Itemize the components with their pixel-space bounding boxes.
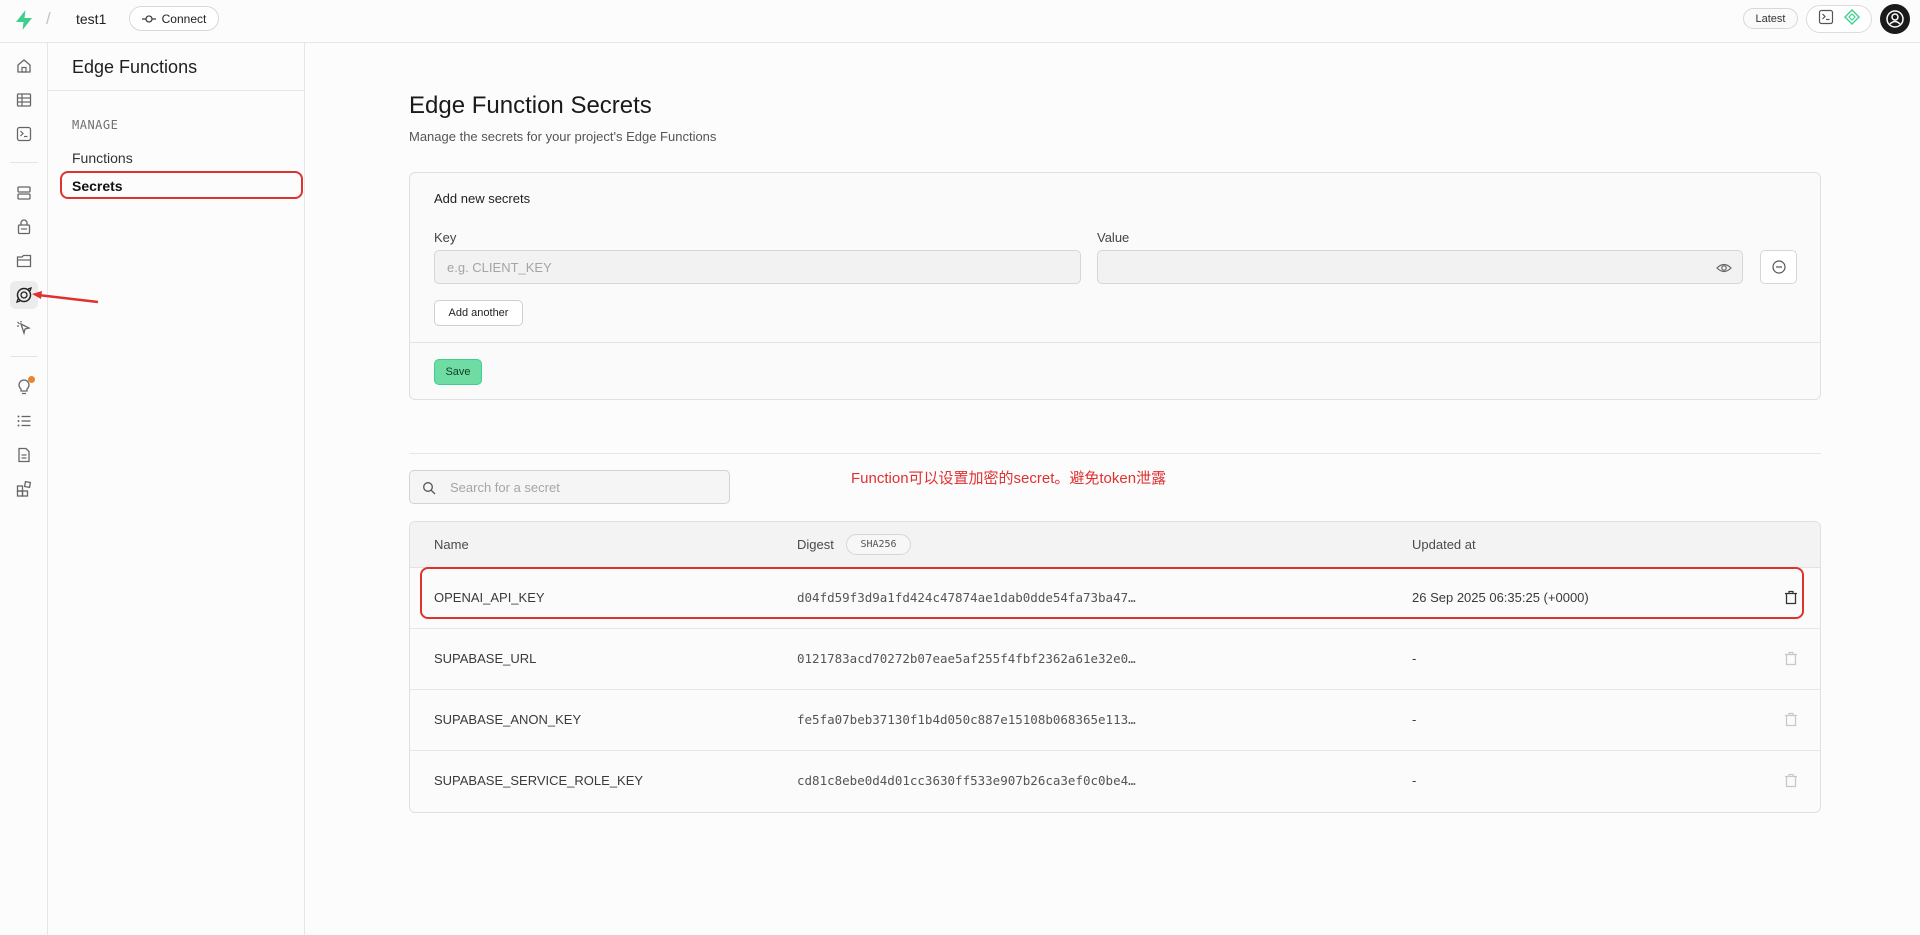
menu-section-label: MANAGE	[72, 118, 119, 132]
notification-dot	[28, 376, 35, 383]
secret-name: SUPABASE_SERVICE_ROLE_KEY	[434, 773, 644, 788]
rail-divider	[10, 162, 38, 163]
auth-icon[interactable]	[13, 216, 35, 238]
menu-divider	[48, 90, 304, 91]
breadcrumb-separator: /	[46, 9, 51, 28]
delete-icon[interactable]	[1784, 773, 1798, 788]
icon-rail	[0, 43, 48, 935]
secret-digest: fe5fa07beb37130f1b4d050c887e15108b068365…	[797, 712, 1136, 727]
table-row[interactable]: SUPABASE_SERVICE_ROLE_KEY cd81c8ebe0d4d0…	[410, 751, 1820, 812]
secret-updated: -	[1412, 651, 1417, 666]
connect-button[interactable]: Connect	[129, 6, 219, 31]
search-box[interactable]	[409, 470, 730, 504]
add-secrets-panel: Add new secrets Key Value Add another Sa…	[409, 172, 1821, 400]
eye-icon[interactable]	[1716, 260, 1732, 276]
realtime-icon[interactable]	[13, 317, 35, 339]
delete-icon[interactable]	[1784, 712, 1798, 727]
page-subtitle: Manage the secrets for your project's Ed…	[409, 129, 717, 144]
sha256-badge: SHA256	[846, 534, 911, 555]
advisors-icon[interactable]	[13, 376, 35, 398]
secret-digest: d04fd59f3d9a1fd424c47874ae1dab0dde54fa73…	[797, 590, 1136, 605]
secret-name: SUPABASE_ANON_KEY	[434, 712, 582, 727]
value-label: Value	[1097, 230, 1130, 245]
secret-digest: cd81c8ebe0d4d01cc3630ff533e907b26ca3ef0c…	[797, 773, 1136, 788]
key-input[interactable]	[434, 250, 1081, 284]
home-icon[interactable]	[13, 55, 35, 77]
annotation-arrow-icon	[32, 291, 99, 304]
menu-title: Edge Functions	[72, 57, 198, 77]
minus-circle-icon	[1771, 260, 1786, 274]
value-input[interactable]	[1097, 250, 1743, 284]
menu-item-functions[interactable]: Functions	[72, 150, 133, 166]
secret-name: OPENAI_API_KEY	[434, 590, 545, 605]
version-badge[interactable]: Latest	[1743, 8, 1798, 29]
connect-label: Connect	[161, 11, 207, 26]
delete-icon[interactable]	[1784, 590, 1798, 605]
secret-digest: 0121783acd70272b07eae5af255f4fbf2362a61e…	[797, 651, 1136, 666]
annotation-note: Function可以设置加密的secret。避免token泄露	[851, 470, 1167, 487]
api-docs-icon[interactable]	[13, 444, 35, 466]
sql-editor-icon[interactable]	[13, 123, 35, 145]
terminal-icon[interactable]	[1818, 9, 1834, 30]
user-avatar[interactable]	[1880, 4, 1910, 34]
search-input[interactable]	[450, 471, 720, 503]
menu-item-secrets[interactable]: Secrets	[72, 178, 123, 194]
column-header-name: Name	[434, 537, 469, 552]
database-icon[interactable]	[13, 182, 35, 204]
secret-updated: 26 Sep 2025 06:35:25 (+0000)	[1412, 590, 1589, 605]
delete-icon[interactable]	[1784, 651, 1798, 666]
page-title: Edge Function Secrets	[409, 92, 652, 119]
column-header-digest: Digest	[797, 537, 834, 552]
save-button[interactable]: Save	[434, 359, 482, 385]
secret-updated: -	[1412, 773, 1417, 788]
panel-divider	[410, 342, 1820, 343]
add-another-button[interactable]: Add another	[434, 300, 523, 326]
table-row[interactable]: SUPABASE_ANON_KEY fe5fa07beb37130f1b4d05…	[410, 690, 1820, 751]
remove-secret-button[interactable]	[1760, 250, 1797, 284]
assistant-icon[interactable]	[1844, 8, 1860, 30]
project-name[interactable]: test1	[76, 11, 106, 27]
rail-divider	[10, 356, 38, 357]
table-row[interactable]: SUPABASE_URL 0121783acd70272b07eae5af255…	[410, 629, 1820, 690]
key-label: Key	[434, 230, 457, 245]
table-header: Name Digest SHA256 Updated at	[410, 522, 1820, 568]
supabase-logo-icon[interactable]	[14, 9, 34, 31]
logs-icon[interactable]	[13, 410, 35, 432]
secret-name: SUPABASE_URL	[434, 651, 537, 666]
column-header-updated: Updated at	[1412, 537, 1476, 552]
secrets-table: Name Digest SHA256 Updated at OPENAI_API…	[409, 521, 1821, 813]
storage-icon[interactable]	[13, 250, 35, 272]
toolbar-icon-group	[1806, 5, 1872, 33]
section-menu: Edge Functions MANAGE Functions Secrets	[48, 43, 305, 935]
top-bar: / test1 Connect Latest	[0, 0, 1920, 43]
plug-icon	[141, 14, 156, 23]
table-row[interactable]: OPENAI_API_KEY d04fd59f3d9a1fd424c47874a…	[410, 568, 1820, 629]
integrations-icon[interactable]	[13, 478, 35, 500]
section-divider	[409, 453, 1821, 454]
add-secrets-title: Add new secrets	[434, 191, 531, 206]
secret-updated: -	[1412, 712, 1417, 727]
table-editor-icon[interactable]	[13, 89, 35, 111]
search-icon	[422, 481, 436, 495]
